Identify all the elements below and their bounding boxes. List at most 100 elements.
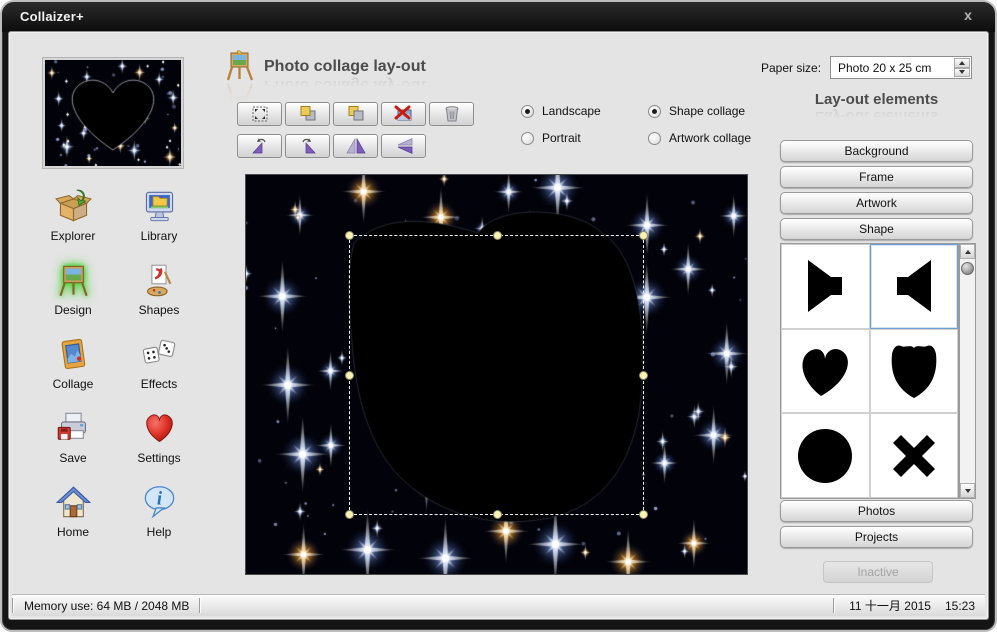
circle-shape-icon: [794, 426, 856, 486]
radio-dot: [521, 105, 534, 118]
shape-button[interactable]: Shape: [780, 218, 973, 240]
shape-selection-rect[interactable]: [349, 235, 644, 515]
delete-image-icon: [393, 105, 415, 123]
layout-elements-title: Lay-out elements: [780, 91, 973, 108]
sidebar-label: Design: [54, 303, 91, 317]
toolbar-row-1: [237, 102, 474, 126]
shape-circle[interactable]: [781, 413, 870, 498]
sidebar-label: Explorer: [51, 229, 96, 243]
sidebar-item-shapes[interactable]: Shapes: [116, 262, 202, 323]
collage-type-group: Shape collage Artwork collage: [648, 104, 751, 145]
sidebar-item-settings[interactable]: Settings: [116, 410, 202, 471]
radio-artwork-collage[interactable]: Artwork collage: [648, 131, 751, 145]
heart-icon: [141, 410, 178, 447]
title-bar: Collaizer+ x: [2, 2, 995, 32]
down-arrow-icon: [965, 489, 971, 493]
frame-button[interactable]: Frame: [780, 166, 973, 188]
sidebar-item-design[interactable]: Design: [30, 262, 116, 323]
sidebar-label: Collage: [53, 377, 94, 391]
handle-bottom-mid[interactable]: [493, 510, 502, 519]
paper-size-value: Photo 20 x 25 cm: [838, 61, 931, 75]
sidebar-item-effects[interactable]: Effects: [116, 336, 202, 397]
handle-top-right[interactable]: [639, 231, 648, 240]
house-icon: [55, 484, 92, 521]
easel-painting-icon: [55, 262, 92, 299]
sidebar-label: Settings: [137, 451, 180, 465]
handle-top-mid[interactable]: [493, 231, 502, 240]
spin-down-button[interactable]: [954, 68, 970, 78]
projects-button[interactable]: Projects: [780, 526, 973, 548]
sidebar-item-home[interactable]: Home: [30, 484, 116, 545]
paper-size-combo[interactable]: Photo 20 x 25 cm: [830, 56, 972, 79]
radio-portrait[interactable]: Portrait: [521, 131, 601, 145]
shape-heart[interactable]: [781, 329, 870, 414]
shape-cross[interactable]: [870, 413, 959, 498]
trash-icon: [441, 105, 463, 123]
monitor-folder-icon: [141, 188, 178, 225]
rotate-right-button[interactable]: [285, 134, 330, 158]
down-arrow-icon: [959, 70, 965, 74]
handle-mid-right[interactable]: [639, 371, 648, 380]
radio-dot: [648, 105, 661, 118]
transform-icon: [249, 105, 271, 123]
status-separator: [833, 598, 835, 613]
radio-dot: [648, 132, 661, 145]
handle-top-left[interactable]: [345, 231, 354, 240]
framed-picture-icon: [55, 336, 92, 373]
sidebar-item-library[interactable]: Library: [116, 188, 202, 249]
flip-horizontal-icon: [345, 137, 367, 155]
toolbar-row-2: [237, 134, 426, 158]
radio-dot: [521, 132, 534, 145]
printer-disk-icon: [55, 410, 92, 447]
easel-page-icon: [225, 50, 255, 82]
sidebar-item-help[interactable]: i Help: [116, 484, 202, 545]
scroll-down-button[interactable]: [960, 483, 975, 498]
shape-speaker-right[interactable]: [781, 244, 870, 329]
handle-bottom-right[interactable]: [639, 510, 648, 519]
transform-button[interactable]: [237, 102, 282, 126]
radio-shape-collage[interactable]: Shape collage: [648, 104, 751, 118]
shape-speaker-left[interactable]: [870, 244, 959, 329]
bring-to-front-button[interactable]: [285, 102, 330, 126]
shape-list-scrollbar[interactable]: [959, 243, 976, 499]
paper-size-label: Paper size:: [761, 61, 821, 75]
flip-horizontal-button[interactable]: [333, 134, 378, 158]
shape-shield[interactable]: [870, 329, 959, 414]
trash-button[interactable]: [429, 102, 474, 126]
send-to-back-icon: [345, 105, 367, 123]
scroll-up-button[interactable]: [960, 244, 975, 259]
handle-mid-left[interactable]: [345, 371, 354, 380]
heart-shape-icon: [794, 341, 856, 401]
sidebar-item-save[interactable]: Save: [30, 410, 116, 471]
cross-shape-icon: [883, 426, 945, 486]
artwork-button[interactable]: Artwork: [780, 192, 973, 214]
send-to-back-button[interactable]: [333, 102, 378, 126]
info-balloon-icon: i: [141, 484, 178, 521]
collage-thumbnail[interactable]: [43, 58, 183, 168]
status-bar: Memory use: 64 MB / 2048 MB 11 十一月 2015 …: [12, 594, 985, 616]
close-button[interactable]: x: [957, 7, 979, 27]
status-separator: [199, 598, 201, 613]
layout-elements-title-reflection: Lay-out elements: [780, 108, 973, 125]
sidebar-label: Effects: [141, 377, 177, 391]
flip-vertical-button[interactable]: [381, 134, 426, 158]
radio-landscape[interactable]: Landscape: [521, 104, 601, 118]
background-button[interactable]: Background: [780, 140, 973, 162]
delete-image-button[interactable]: [381, 102, 426, 126]
spin-up-button[interactable]: [954, 58, 970, 68]
open-box-icon: [55, 188, 92, 225]
flip-vertical-icon: [393, 137, 415, 155]
rotate-left-button[interactable]: [237, 134, 282, 158]
sidebar-nav: Explorer Library: [30, 188, 202, 545]
sidebar-item-explorer[interactable]: Explorer: [30, 188, 116, 249]
photos-button[interactable]: Photos: [780, 500, 973, 522]
status-datetime: 11 十一月 2015 15:23: [833, 597, 985, 614]
content-area: Explorer Library: [9, 32, 988, 619]
radio-label: Landscape: [542, 104, 601, 118]
handle-bottom-left[interactable]: [345, 510, 354, 519]
sidebar-item-collage[interactable]: Collage: [30, 336, 116, 397]
collage-preview[interactable]: [245, 174, 748, 575]
window-title: Collaizer+: [20, 9, 84, 24]
scrollbar-thumb[interactable]: [961, 262, 974, 275]
inactive-button: Inactive: [823, 561, 933, 583]
